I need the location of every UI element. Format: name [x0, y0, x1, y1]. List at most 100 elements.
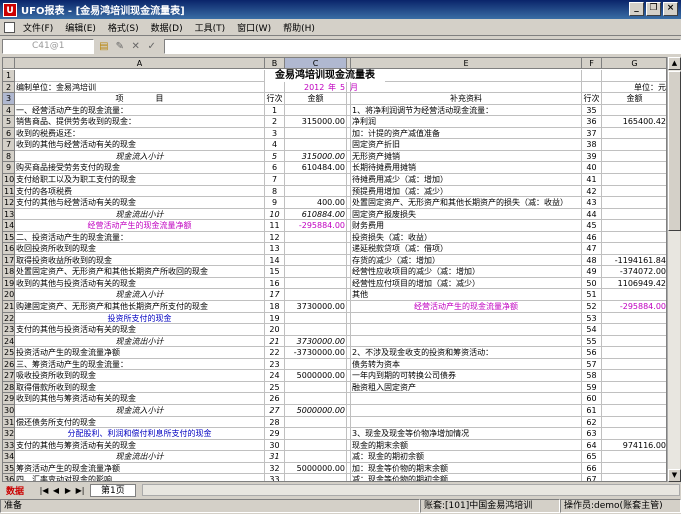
cell-g[interactable] [602, 428, 666, 440]
cell-b[interactable]: 2 [265, 116, 285, 128]
cell-f[interactable]: 38 [582, 139, 602, 151]
cell-g[interactable] [602, 139, 666, 151]
cell-f[interactable]: 61 [582, 405, 602, 417]
column-header[interactable]: F [582, 58, 602, 69]
cell-a[interactable]: 现金流入小计 [15, 289, 265, 301]
row-header[interactable]: 23 [3, 324, 15, 336]
cell-c[interactable] [285, 359, 347, 370]
cell-b[interactable]: 30 [265, 440, 285, 451]
cell-a[interactable]: 二、投资活动产生的现金流量： [15, 232, 265, 243]
cell-f[interactable]: 58 [582, 370, 602, 382]
cell-e[interactable]: 债务转为资本 [351, 359, 582, 370]
cell-c[interactable]: 315000.00 [285, 151, 347, 162]
cell-a[interactable]: 投资所支付的现金 [15, 313, 265, 324]
cell-b[interactable]: 31 [265, 451, 285, 463]
cell-g[interactable]: 974116.00 [602, 440, 666, 451]
cell-f[interactable]: 56 [582, 347, 602, 359]
corner-header[interactable] [3, 58, 15, 69]
cell-e[interactable]: 2、不涉及现金收支的投资和筹资活动： [351, 347, 582, 359]
cell-g[interactable] [602, 451, 666, 463]
cell-f[interactable]: 53 [582, 313, 602, 324]
cell-f[interactable] [582, 70, 602, 82]
last-sheet-icon[interactable]: ▶| [74, 486, 86, 495]
row-header[interactable]: 34 [3, 451, 15, 463]
row-header[interactable]: 20 [3, 289, 15, 301]
cell-e[interactable]: 固定资产报废损失 [351, 209, 582, 220]
cell-g[interactable]: -1194161.84 [602, 255, 666, 266]
cell-c[interactable] [285, 428, 347, 440]
cell-a[interactable]: 处置固定资产、无形资产和其他长期资产所收回的现金 [15, 266, 265, 278]
confirm-icon[interactable]: ✓ [145, 40, 158, 54]
cell-c[interactable] [285, 186, 347, 197]
cell-b[interactable]: 22 [265, 347, 285, 359]
cell-b[interactable]: 17 [265, 289, 285, 301]
cell-f[interactable]: 39 [582, 151, 602, 162]
cell-c[interactable]: 5000000.00 [285, 370, 347, 382]
cell-b[interactable]: 26 [265, 393, 285, 405]
cell-a[interactable]: 支付的各项税费 [15, 186, 265, 197]
cell-e[interactable]: 一年内到期的可转换公司债券 [351, 370, 582, 382]
cell-f[interactable] [582, 82, 602, 93]
mode-indicator[interactable]: 数据 [2, 484, 38, 497]
cell-g[interactable] [602, 463, 666, 474]
cell-a[interactable]: 偿还债务所支付的现金 [15, 417, 265, 428]
cell-b[interactable]: 8 [265, 186, 285, 197]
row-header[interactable]: 14 [3, 220, 15, 232]
row-header[interactable]: 11 [3, 186, 15, 197]
cell-f[interactable]: 51 [582, 289, 602, 301]
cell-a[interactable]: 销售商品、提供劳务收到的现金： [15, 116, 265, 128]
cell-a[interactable]: 支付的其他与筹资活动有关的现金 [15, 440, 265, 451]
row-header[interactable]: 35 [3, 463, 15, 474]
cell-f[interactable]: 57 [582, 359, 602, 370]
cell-a[interactable]: 现金流入小计 [15, 405, 265, 417]
cell-a[interactable]: 筹资活动产生的现金流量净额 [15, 463, 265, 474]
cell-g[interactable] [602, 70, 666, 82]
cell-b[interactable]: 行次 [265, 93, 285, 105]
cell-a[interactable]: 项 目 [15, 93, 265, 105]
cell-c[interactable]: 315000.00 [285, 116, 347, 128]
cell-g[interactable] [602, 370, 666, 382]
cell-f[interactable]: 64 [582, 440, 602, 451]
close-button[interactable]: × [663, 2, 678, 16]
cell-c[interactable] [285, 174, 347, 186]
scroll-thumb[interactable] [668, 71, 681, 231]
cell-f[interactable]: 40 [582, 162, 602, 174]
cell-f[interactable]: 62 [582, 417, 602, 428]
cell-f[interactable]: 54 [582, 324, 602, 336]
cell-c[interactable]: 5000000.00 [285, 405, 347, 417]
row-header[interactable]: 36 [3, 474, 15, 481]
cell-b[interactable]: 27 [265, 405, 285, 417]
cell-e[interactable]: 减：现金的期初余额 [351, 451, 582, 463]
cell-g[interactable]: 165400.42 [602, 116, 666, 128]
cell-f[interactable]: 41 [582, 174, 602, 186]
cell-c[interactable] [285, 417, 347, 428]
cell-e[interactable] [351, 313, 582, 324]
row-header[interactable]: 27 [3, 370, 15, 382]
row-header[interactable]: 30 [3, 405, 15, 417]
cell-f[interactable]: 45 [582, 220, 602, 232]
cell-c[interactable] [285, 313, 347, 324]
cell-g[interactable] [602, 220, 666, 232]
cell-f[interactable]: 49 [582, 266, 602, 278]
cell-e[interactable]: 处置固定资产、无形资产和其他长期资产的损失（减：收益） [351, 197, 582, 209]
cell-c[interactable]: -295884.00 [285, 220, 347, 232]
cell-e[interactable]: 减：现金等价物的期初余额 [351, 474, 582, 481]
cell-e[interactable]: 待摊费用减少（减：增加） [351, 174, 582, 186]
cell-a[interactable]: 取得借款所收到的现金 [15, 382, 265, 393]
cell-f[interactable]: 65 [582, 451, 602, 463]
cell-e[interactable] [351, 70, 582, 82]
row-header[interactable]: 18 [3, 266, 15, 278]
cell-e[interactable]: 递延税款贷项（减：借项） [351, 243, 582, 255]
spreadsheet-grid[interactable]: A B C E F G 1 2 编制单位：金易鸿培训 单位：元 3 项 目行次 金额 补充资料 行次 金额 4 一… [2, 57, 667, 482]
cell-c[interactable] [285, 382, 347, 393]
cell-e[interactable]: 净利润 [351, 116, 582, 128]
cell-e[interactable]: 经营性应收项目的减少（减：增加） [351, 266, 582, 278]
cell-g[interactable]: 金额 [602, 93, 666, 105]
cell-a[interactable]: 购建固定资产、无形资产和其他长期资产所支付的现金 [15, 301, 265, 313]
cell-e[interactable] [351, 336, 582, 347]
cell-b[interactable]: 21 [265, 336, 285, 347]
row-header[interactable]: 13 [3, 209, 15, 220]
cell-a[interactable]: 取得投资收益所收到的现金 [15, 255, 265, 266]
cell-f[interactable]: 44 [582, 209, 602, 220]
cell-b[interactable]: 19 [265, 313, 285, 324]
